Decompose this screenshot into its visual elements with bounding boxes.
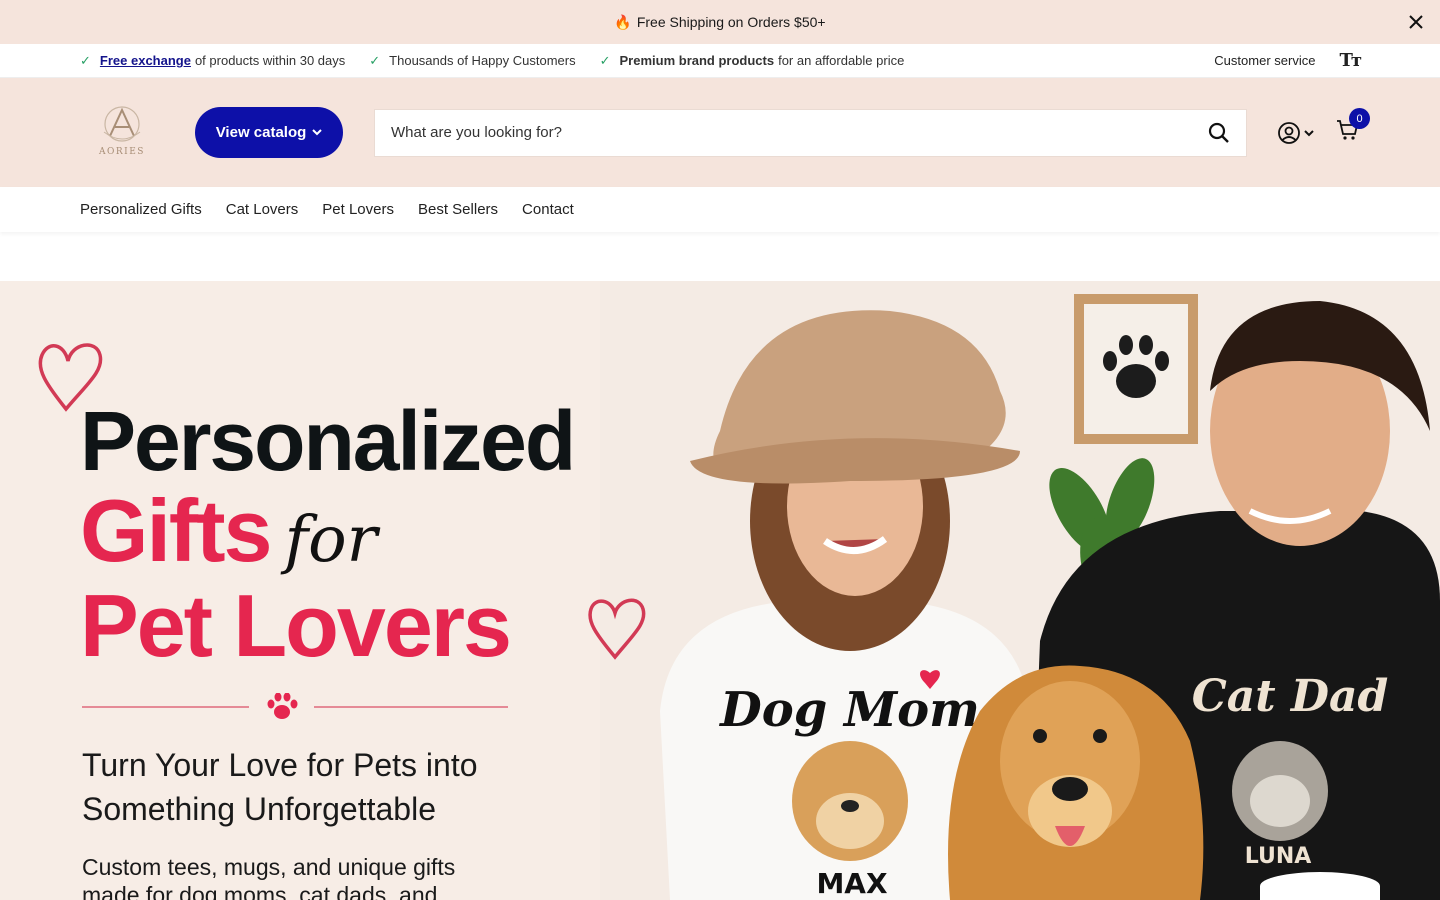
- check-icon: ✓: [369, 52, 381, 68]
- hero-subtitle: Turn Your Love for Pets into Something U…: [82, 743, 602, 831]
- usp-text: Thousands of Happy Customers: [389, 53, 576, 68]
- nav-item-contact[interactable]: Contact: [522, 201, 574, 218]
- user-icon: [1278, 121, 1300, 144]
- logo-text: AORIES: [98, 147, 145, 157]
- cart-button[interactable]: 0: [1336, 108, 1370, 147]
- usp-item: ✓ Thousands of Happy Customers: [369, 53, 575, 69]
- nav-item-personalized-gifts[interactable]: Personalized Gifts: [80, 201, 202, 218]
- customer-service-link[interactable]: Customer service: [1214, 53, 1315, 68]
- usp-text: of products within 30 days: [194, 53, 346, 68]
- free-exchange-link[interactable]: Free exchange: [100, 53, 191, 68]
- hero-subtitle-line2: Something Unforgettable: [82, 791, 436, 827]
- announcement-text: Free Shipping on Orders $50+: [636, 14, 826, 30]
- search-icon[interactable]: [1208, 122, 1230, 144]
- account-button[interactable]: [1277, 121, 1314, 145]
- shirt-right-name: LUNA: [1245, 844, 1312, 869]
- nav-item-pet-lovers[interactable]: Pet Lovers: [322, 201, 394, 218]
- check-icon: ✓: [80, 52, 91, 68]
- announcement-bar: 🔥 Free Shipping on Orders $50+: [0, 0, 1440, 44]
- hero-body-line2: made for dog moms, cat dads, and: [82, 882, 438, 900]
- hero-for: for: [284, 503, 378, 577]
- hero-body: Custom tees, mugs, and unique gifts made…: [82, 853, 562, 900]
- hero-body-line1: Custom tees, mugs, and unique gifts: [82, 854, 456, 880]
- cart-count-badge: 0: [1349, 108, 1370, 129]
- shirt-right-text: Cat Dad: [1192, 671, 1389, 722]
- close-icon[interactable]: [1406, 12, 1426, 32]
- spacer: [0, 232, 1440, 281]
- hero-title-line3: Pet Lovers: [80, 582, 512, 670]
- paw-icon: [267, 693, 298, 719]
- search-input[interactable]: [391, 124, 1208, 141]
- chevron-down-icon: [1304, 129, 1314, 136]
- view-catalog-label: View catalog: [215, 124, 307, 141]
- fire-icon: 🔥: [614, 13, 632, 30]
- check-icon: ✓: [599, 52, 611, 68]
- chevron-down-icon: [312, 127, 323, 139]
- text-size-icon[interactable]: Tт: [1339, 50, 1362, 71]
- logo[interactable]: AORIES: [90, 101, 154, 165]
- divider-paw: [82, 693, 508, 719]
- shirt-left-text: Dog Mom: [718, 682, 980, 738]
- hero-subtitle-line1: Turn Your Love for Pets into: [82, 747, 478, 783]
- usp-item: ✓ Premium brand products for an affordab…: [600, 53, 905, 69]
- hero-photo: Dog Mom MAX Cat Dad LUNA: [600, 281, 1440, 900]
- usp-bold: Premium brand products: [619, 53, 775, 68]
- heart-outline-icon: [588, 598, 646, 660]
- search-bar: [374, 108, 1247, 157]
- hero-gifts: Gifts: [80, 481, 272, 580]
- view-catalog-button[interactable]: View catalog: [195, 107, 343, 158]
- nav-item-best-sellers[interactable]: Best Sellers: [418, 201, 498, 218]
- main-nav: Personalized Gifts Cat Lovers Pet Lovers…: [0, 187, 1440, 232]
- hero-pet-lovers: Pet Lovers: [80, 576, 512, 675]
- logo-mark-icon: AORIES: [98, 105, 145, 157]
- usp-text: for an affordable price: [778, 53, 905, 68]
- hero-banner[interactable]: Dog Mom MAX Cat Dad LUNA Personalized Gi…: [0, 281, 1440, 900]
- usp-bar: ✓ Free exchange of products within 30 da…: [0, 44, 1440, 78]
- nav-item-cat-lovers[interactable]: Cat Lovers: [226, 201, 299, 218]
- usp-item: ✓ Free exchange of products within 30 da…: [80, 53, 345, 69]
- hero-title-line1: Personalized: [80, 394, 576, 488]
- site-header: AORIES View catalog 0: [0, 78, 1440, 187]
- hero-title-line2: Gifts for: [80, 487, 377, 575]
- shirt-left-name: MAX: [816, 867, 888, 900]
